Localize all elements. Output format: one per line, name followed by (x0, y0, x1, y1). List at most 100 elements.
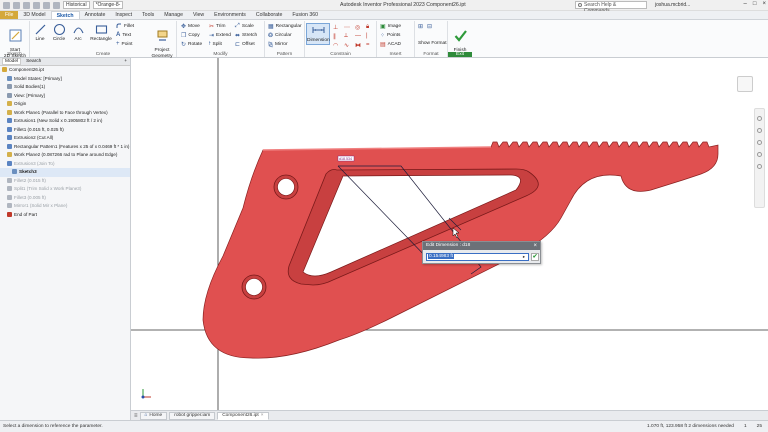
tab-manage[interactable]: Manage (159, 11, 188, 19)
user-menu[interactable]: joshua.mcbrid... (655, 2, 690, 8)
browser-tree-item[interactable]: Work Plane1 (Parallel to Face through Ve… (0, 109, 130, 118)
rectangle-button[interactable]: Rectangle (88, 23, 114, 43)
graphics-canvas[interactable]: d18.534 Edit Dimension : d18 × 0.154983 … (131, 58, 768, 410)
mirror-button[interactable]: ⧎ Mirror (268, 41, 288, 48)
close-tab-icon[interactable]: × (261, 412, 264, 420)
dimension-options-arrow[interactable]: ▸ (521, 254, 527, 260)
accept-dimension-button[interactable]: ✔ (531, 253, 539, 261)
fillet-button[interactable]: Fillet (116, 23, 134, 29)
acad-button[interactable]: ▤ ACAD (380, 41, 401, 48)
scale-button[interactable]: ⤢ Scale (235, 23, 254, 30)
tab-sketch[interactable]: Sketch (50, 11, 80, 19)
circular-pattern-button[interactable]: ❂ Circular (268, 32, 292, 39)
look-at-icon[interactable] (757, 164, 762, 169)
browser-tree-item[interactable]: Origin (0, 100, 130, 109)
view-cube[interactable] (737, 76, 753, 92)
maximize-button[interactable]: □ (753, 1, 757, 7)
line-button[interactable]: Line (32, 23, 48, 43)
redo-icon[interactable] (43, 1, 50, 9)
save-icon[interactable] (23, 1, 30, 9)
browser-tree-item[interactable]: Split1 (Trim Solid x Work Plane3) (0, 185, 130, 194)
browser-tree-item[interactable]: Extrusion2 (Cut All) (0, 134, 130, 143)
browser-tree-item[interactable]: Sketch3 (0, 168, 130, 177)
stretch-button[interactable]: ⬌ Stretch (235, 32, 257, 39)
new-icon[interactable] (3, 1, 10, 9)
point-button[interactable]: + Point (116, 41, 132, 47)
smooth-constraint-icon[interactable]: ∿ (344, 42, 353, 49)
material-combo[interactable]: *Orange-8- (92, 1, 124, 9)
tab-menu-icon[interactable]: ≡ (134, 413, 138, 419)
full-navigation-wheel-icon[interactable] (757, 116, 762, 121)
tab-view[interactable]: View (188, 11, 209, 19)
extend-button[interactable]: ⇥ Extend (209, 32, 231, 39)
add-browser-tab-icon[interactable]: + (124, 59, 130, 64)
dialog-close-button[interactable]: × (533, 242, 537, 250)
browser-tree-item[interactable]: Model States: [Primary] (0, 75, 130, 84)
symmetric-constraint-icon[interactable]: ⧓ (355, 42, 364, 49)
horizontal-constraint-icon[interactable]: — (355, 33, 364, 40)
browser-tab-model[interactable]: Model (2, 58, 22, 65)
coincident-constraint-icon[interactable]: ⊥ (333, 24, 342, 31)
tab-environments[interactable]: Environments (209, 11, 251, 19)
text-button[interactable]: A Text (116, 32, 131, 38)
browser-tab-search[interactable]: Search (24, 59, 43, 64)
open-icon[interactable] (13, 1, 20, 9)
dimension-value-input[interactable]: 0.154983 ft (426, 253, 529, 261)
home-icon[interactable] (53, 1, 60, 9)
arc-button[interactable]: Arc (70, 23, 86, 43)
pan-icon[interactable] (757, 128, 762, 133)
search-input[interactable]: Search Help & Commands... (575, 1, 647, 14)
tangent-constraint-icon[interactable]: ◠ (333, 42, 342, 49)
copy-button[interactable]: ❐ Copy (181, 32, 200, 39)
doc-tab-home[interactable]: ⌂ Home (139, 411, 168, 420)
vertical-constraint-icon[interactable]: | (366, 33, 375, 40)
browser-tree-item[interactable]: Rectangular Pattern1 (Features x 25 of x… (0, 143, 130, 152)
browser-tree-item[interactable]: End of Part (0, 211, 130, 220)
circle-button[interactable]: Circle (50, 23, 68, 43)
browser-tree-item[interactable]: Solid Bodies(1) (0, 83, 130, 92)
close-button[interactable]: × (762, 1, 766, 7)
browser-tree-item[interactable]: Work Plane2 (0.087266 rad to Plane aroun… (0, 151, 130, 160)
concentric-constraint-icon[interactable]: ◎ (355, 24, 364, 31)
browser-tree-item[interactable]: View: [Primary] (0, 92, 130, 101)
dimension-tag[interactable]: d18.534 (339, 157, 352, 161)
split-button[interactable]: ⟊ Split (209, 41, 222, 48)
browser-tree-item[interactable]: Fillet1 (0.015 ft, 0.025 ft) (0, 126, 130, 135)
appearance-combo[interactable]: Historical (63, 1, 90, 9)
format-tool-button[interactable]: ⊞ (418, 23, 423, 30)
image-button[interactable]: ▣ Image (380, 23, 401, 30)
points-button[interactable]: ⁘ Points (380, 32, 400, 39)
browser-tree-item[interactable]: Fillet3 (0.005 ft) (0, 194, 130, 203)
browser-tree-item[interactable]: Extrusion1 (New Solid x 0.1905802 ft / 2… (0, 117, 130, 126)
tab-tools[interactable]: Tools (137, 11, 159, 19)
perpendicular-constraint-icon[interactable]: ⟂ (344, 33, 353, 40)
tab-collaborate[interactable]: Collaborate (251, 11, 288, 19)
tab-fusion-360[interactable]: Fusion 360 (287, 11, 323, 19)
dimension-button[interactable]: Dimension (306, 23, 330, 45)
browser-tree-item[interactable]: Component26.ipt (0, 66, 130, 75)
show-format-button[interactable]: Show Format (418, 41, 447, 46)
undo-icon[interactable] (33, 1, 40, 9)
offset-button[interactable]: ⊏ Offset (235, 41, 255, 48)
equal-constraint-icon[interactable]: = (366, 42, 375, 49)
format-tool-2-button[interactable]: ⊟ (427, 23, 432, 30)
tab-3d-model[interactable]: 3D Model (18, 11, 50, 19)
zoom-icon[interactable] (757, 140, 762, 145)
minimize-button[interactable]: – (744, 1, 747, 7)
tab-inspect[interactable]: Inspect (110, 11, 137, 19)
tab-annotate[interactable]: Annotate (80, 11, 111, 19)
browser-tree-item[interactable]: Extrusion3 (Join To) (0, 160, 130, 169)
browser-tree-item[interactable]: Mirror1 (Solid Mir x Plane) (0, 202, 130, 211)
doc-tab-robot-gripper[interactable]: robot gripper.iam (169, 411, 216, 420)
move-button[interactable]: ✥ Move (181, 23, 200, 30)
trim-button[interactable]: ✂ Trim (209, 23, 225, 30)
collinear-constraint-icon[interactable]: ⋯ (344, 24, 353, 31)
rotate-button[interactable]: ↻ Rotate (181, 41, 202, 48)
fix-constraint-icon[interactable]: 🔒︎ (366, 24, 375, 31)
tab-file[interactable]: File (0, 11, 19, 19)
parallel-constraint-icon[interactable]: ∥ (333, 33, 342, 40)
orbit-icon[interactable] (757, 152, 762, 157)
browser-tree-item[interactable]: Fillet2 (0.015 ft) (0, 177, 130, 186)
doc-tab-component26[interactable]: Component26.ipt × (217, 411, 269, 420)
rectangular-pattern-button[interactable]: ▦ Rectangular (268, 23, 302, 30)
